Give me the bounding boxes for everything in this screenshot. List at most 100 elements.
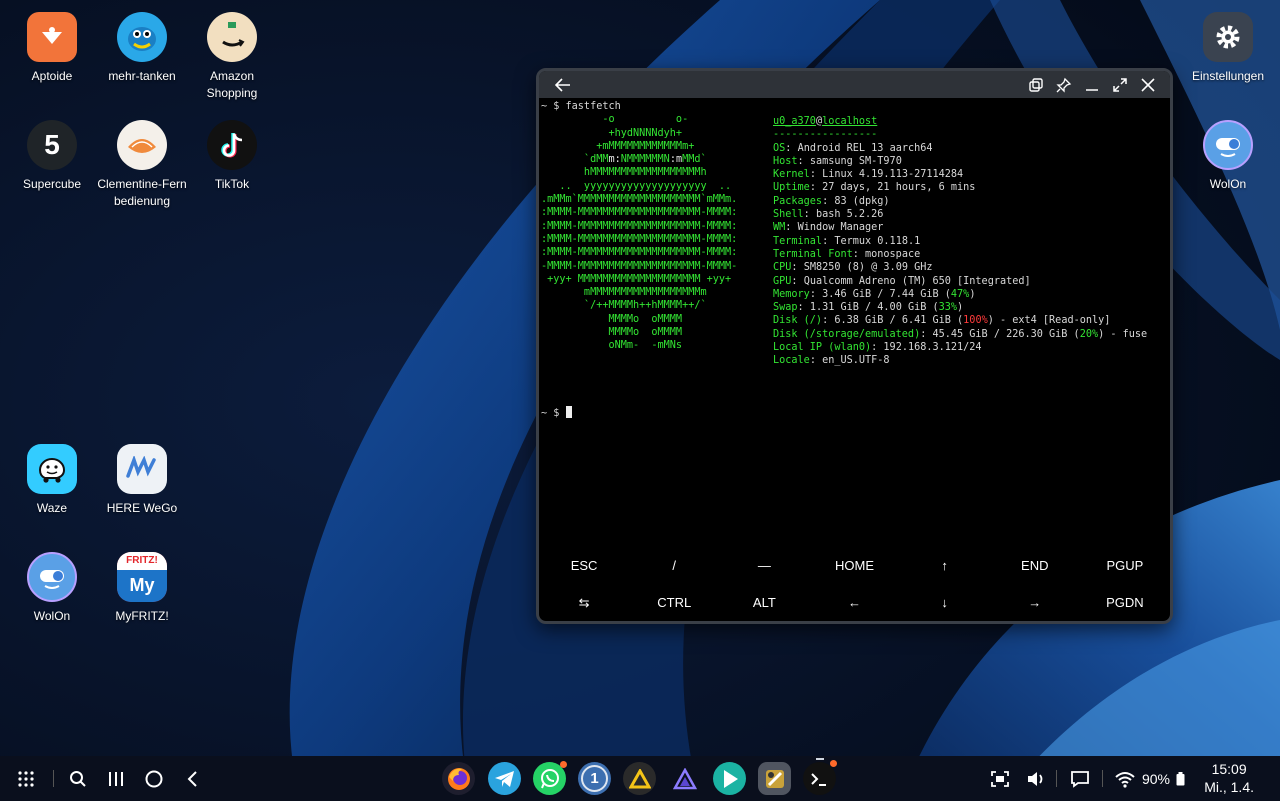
termux-icon[interactable] xyxy=(803,762,836,795)
app-warning-triangle-icon[interactable] xyxy=(623,762,656,795)
info-value: SM8250 (8) @ 3.09 GHz xyxy=(803,262,933,274)
taskbar-divider xyxy=(53,770,54,787)
firefox-icon[interactable] xyxy=(442,762,475,795)
extra-key[interactable]: ESC xyxy=(539,547,629,584)
battery-icon xyxy=(1174,756,1186,801)
close-icon[interactable] xyxy=(1134,71,1162,98)
supercube-icon: 5 xyxy=(27,120,77,170)
extra-key[interactable]: ↓ xyxy=(900,584,990,621)
info-line: OS: Android REL 13 aarch64 xyxy=(773,142,933,154)
extra-key[interactable]: PGUP xyxy=(1080,547,1170,584)
extra-key[interactable]: ALT xyxy=(719,584,809,621)
app-label: WolOn xyxy=(1209,177,1247,191)
notification-badge xyxy=(830,760,837,767)
info-line: Local IP (wlan0): 192.168.3.121/24 xyxy=(773,342,982,354)
info-tail: ) xyxy=(969,288,976,300)
info-line: Disk (/storage/emulated): 45.45 GiB / 22… xyxy=(773,328,1148,340)
info-key: Shell xyxy=(773,209,804,221)
prompt-line[interactable]: ~ $ xyxy=(541,406,572,420)
extra-key[interactable]: / xyxy=(629,547,719,584)
extra-key[interactable]: → xyxy=(990,584,1080,621)
terminal-output[interactable]: ~ $ fastfetch -o o- +hydNNNNdyh+ +mMMMMM… xyxy=(539,98,1170,553)
minimize-icon[interactable] xyxy=(1078,71,1106,98)
app-label: TikTok xyxy=(214,177,250,191)
info-line: Packages: 83 (dpkg) xyxy=(773,195,890,207)
screen-capture-icon[interactable] xyxy=(986,756,1014,801)
here-wego-icon xyxy=(117,444,167,494)
recents-icon[interactable] xyxy=(100,756,132,801)
taskbar-divider xyxy=(1102,770,1103,787)
back-icon[interactable] xyxy=(176,756,208,801)
extra-key[interactable]: — xyxy=(719,547,809,584)
extra-key[interactable]: HOME xyxy=(809,547,899,584)
info-tail: ) - ext4 [Read-only] xyxy=(987,315,1111,327)
search-icon[interactable] xyxy=(62,756,94,801)
app-drawer-icon[interactable] xyxy=(10,756,42,801)
app-amazon-shopping[interactable]: Amazon Shopping xyxy=(177,12,287,102)
info-key: Disk (/) xyxy=(773,315,823,327)
info-key: OS xyxy=(773,142,786,154)
waze-icon xyxy=(27,444,77,494)
extra-key[interactable]: ↑ xyxy=(900,547,990,584)
info-value: 192.168.3.121/24 xyxy=(883,342,982,354)
notifications-icon[interactable] xyxy=(1066,756,1094,801)
home-icon[interactable] xyxy=(138,756,170,801)
info-key: Locale xyxy=(773,355,810,367)
info-percent: 47% xyxy=(950,288,970,300)
info-key: Uptime xyxy=(773,182,810,194)
system-info: u0_a370@localhost ----------------- OS: … xyxy=(773,116,1148,367)
info-value: monospace xyxy=(865,248,921,260)
proton-vpn-icon[interactable] xyxy=(668,762,701,795)
volume-icon[interactable] xyxy=(1022,756,1050,801)
app-label: Einstellungen xyxy=(1191,69,1265,83)
myfritz-icon: FRITZ! My xyxy=(117,552,167,602)
command-line: ~ $ fastfetch xyxy=(541,101,621,112)
extra-keys-bar: ESC / — HOME ↑ END PGUP ⇆ CTRL ALT ← ↓ → PGDN xyxy=(539,547,1170,621)
info-key: Host xyxy=(773,155,798,167)
notification-badge xyxy=(560,761,567,768)
app-here-wego[interactable]: HERE WeGo xyxy=(87,444,197,517)
app-einstellungen[interactable]: Einstellungen xyxy=(1173,12,1280,85)
extra-key[interactable]: CTRL xyxy=(629,584,719,621)
clock-date: Mi., 1.4. xyxy=(1204,779,1254,795)
maximize-icon[interactable] xyxy=(1106,71,1134,98)
wifi-icon[interactable] xyxy=(1112,756,1138,801)
info-key: Memory xyxy=(773,288,810,300)
info-key: Terminal xyxy=(773,235,823,247)
extra-key[interactable]: ← xyxy=(809,584,899,621)
extra-key[interactable]: ⇆ xyxy=(539,584,629,621)
info-key: GPU xyxy=(773,275,792,287)
1password-icon[interactable]: 1 xyxy=(578,762,611,795)
wolon-icon xyxy=(27,552,77,602)
app-myfritz[interactable]: FRITZ! My MyFRITZ! xyxy=(87,552,197,625)
info-value: Qualcomm Adreno (TM) 650 [Integrated] xyxy=(803,275,1031,287)
extra-key[interactable]: PGDN xyxy=(1080,584,1170,621)
tools-app-icon[interactable] xyxy=(758,762,791,795)
taskbar: 1 90% 15:09 Mi., 1.4. xyxy=(0,756,1280,801)
info-line: WM: Window Manager xyxy=(773,222,884,234)
extra-key[interactable]: END xyxy=(990,547,1080,584)
app-wolon-right[interactable]: WolOn xyxy=(1173,120,1280,193)
window-titlebar[interactable] xyxy=(539,71,1170,98)
termux-window[interactable]: ~ $ fastfetch -o o- +hydNNNNdyh+ +mMMMMM… xyxy=(536,68,1173,624)
info-line: Swap: 1.31 GiB / 4.00 GiB (33%) xyxy=(773,302,964,314)
info-key: WM xyxy=(773,222,786,234)
running-indicator xyxy=(816,758,824,760)
popup-view-icon[interactable] xyxy=(1022,71,1050,98)
info-line: Kernel: Linux 4.19.113-27114284 xyxy=(773,169,964,181)
info-line: Terminal: Termux 0.118.1 xyxy=(773,235,921,247)
telegram-icon[interactable] xyxy=(488,762,521,795)
info-tail: ) xyxy=(957,302,964,314)
amazon-icon xyxy=(207,12,257,62)
app-tiktok[interactable]: TikTok xyxy=(177,120,287,193)
info-value: Android REL 13 aarch64 xyxy=(797,142,933,154)
info-value: bash 5.2.26 xyxy=(815,209,884,221)
info-line: Uptime: 27 days, 21 hours, 6 mins xyxy=(773,182,976,194)
info-value: Termux 0.118.1 xyxy=(834,235,921,247)
pin-icon[interactable] xyxy=(1050,71,1078,98)
play-store-icon[interactable] xyxy=(713,762,746,795)
info-value: 3.46 GiB / 7.44 GiB ( xyxy=(822,288,951,300)
back-arrow-icon[interactable] xyxy=(549,71,577,98)
clock[interactable]: 15:09 Mi., 1.4. xyxy=(1204,760,1254,796)
info-line: Disk (/): 6.38 GiB / 6.41 GiB (100%) - e… xyxy=(773,315,1111,327)
